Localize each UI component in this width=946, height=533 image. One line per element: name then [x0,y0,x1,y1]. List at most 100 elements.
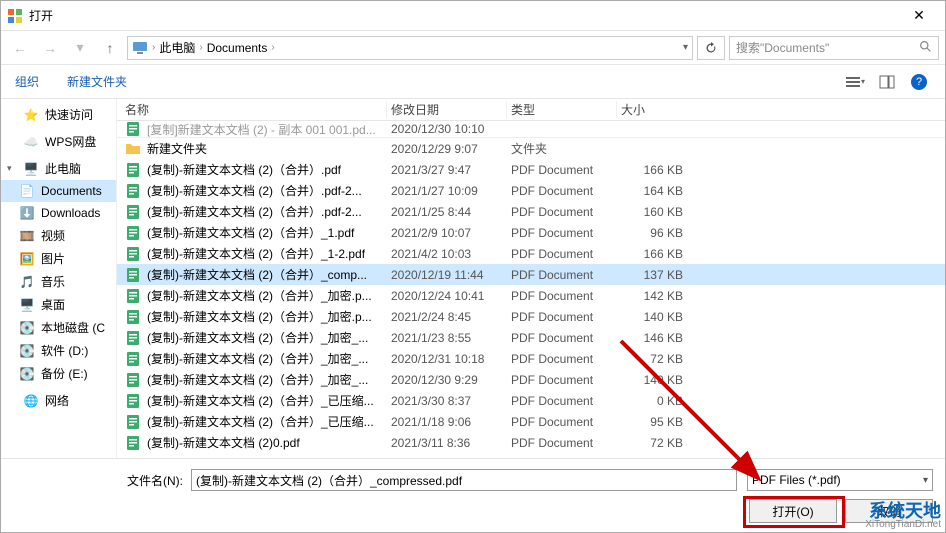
pdf-icon [125,351,141,367]
sidebar-item-thispc[interactable]: ▾🖥️此电脑 [1,157,116,180]
file-size: 166 KB [617,247,687,261]
nav-forward-button[interactable]: → [37,35,63,61]
sidebar-item-network[interactable]: 🌐网络 [1,389,116,412]
desktop-icon: 🖥️ [19,297,35,313]
help-button[interactable]: ? [907,70,931,94]
star-icon: ⭐ [23,107,39,123]
pdf-icon [125,121,141,137]
newfolder-button[interactable]: 新建文件夹 [67,73,127,90]
nav-up-button[interactable]: ↑ [97,35,123,61]
chevron-down-icon: ▾ [923,475,928,486]
pdf-icon [125,183,141,199]
download-icon: ⬇️ [19,205,35,221]
file-size: 96 KB [617,226,687,240]
open-button[interactable]: 打开(O) [749,499,837,523]
sidebar-item-ddisk[interactable]: 💽软件 (D:) [1,339,116,362]
toolbar: 组织 新建文件夹 ▾ ? [1,65,945,99]
breadcrumb[interactable]: › 此电脑 › Documents › ▾ [127,36,693,60]
file-row[interactable]: (复制)-新建文本文档 (2)（合并）.pdf-2...2021/1/27 10… [117,180,945,201]
pdf-icon [125,267,141,283]
filetype-label: PDF Files (*.pdf) [752,473,841,487]
file-row[interactable]: 新建文件夹2020/12/29 9:07文件夹 [117,138,945,159]
file-row[interactable]: (复制)-新建文本文档 (2)（合并）_1-2.pdf 2021/4/2 10:0… [117,243,945,264]
file-size: 160 KB [617,205,687,219]
nav-back-button[interactable]: ← [7,35,33,61]
search-placeholder: 搜索"Documents" [736,39,829,56]
file-date: 2021/1/25 8:44 [387,205,507,219]
file-size: 164 KB [617,184,687,198]
disk-icon: 💽 [19,343,35,359]
search-input[interactable]: 搜索"Documents" [729,36,939,60]
file-date: 2020/12/30 9:29 [387,373,507,387]
file-type: PDF Document [507,436,617,450]
file-type: PDF Document [507,352,617,366]
file-name: (复制)-新建文本文档 (2)（合并）_comp... [147,266,367,283]
file-date: 2021/2/24 8:45 [387,310,507,324]
title-bar[interactable]: 打开 ✕ [1,1,945,31]
column-date[interactable]: 修改日期 [387,101,507,118]
file-size: 166 KB [617,163,687,177]
file-name: (复制)-新建文本文档 (2)0.pdf [147,434,300,451]
file-row[interactable]: (复制)-新建文本文档 (2)（合并）_加密.p...2020/12/24 10… [117,285,945,306]
file-row[interactable]: (复制)-新建文本文档 (2)0.pdf 2021/3/11 8:36PDF Do… [117,432,945,453]
file-row[interactable]: [复制]新建文本文档 (2) - 副本 001 001.pd...2020/12… [117,121,945,138]
pdf-icon [125,393,141,409]
file-name: [复制]新建文本文档 (2) - 副本 001 001.pd... [147,121,376,138]
close-button[interactable]: ✕ [899,7,939,24]
column-type[interactable]: 类型 [507,101,617,118]
sidebar-item-quick[interactable]: ⭐快速访问 [1,103,116,126]
file-type: PDF Document [507,163,617,177]
sidebar-item-documents[interactable]: 📄Documents [1,180,116,202]
refresh-button[interactable] [697,36,725,60]
file-date: 2021/4/2 10:03 [387,247,507,261]
file-row[interactable]: (复制)-新建文本文档 (2)（合并）_加密_...2021/1/23 8:55… [117,327,945,348]
pdf-icon [125,414,141,430]
pdf-icon [125,330,141,346]
pdf-icon [125,162,141,178]
organize-button[interactable]: 组织 [15,73,39,90]
file-date: 2021/3/11 8:36 [387,436,507,450]
file-row[interactable]: (复制)-新建文本文档 (2)（合并）_comp...2020/12/19 11… [117,264,945,285]
sidebar-item-videos[interactable]: 🎞️视频 [1,224,116,247]
sidebar-item-desktop[interactable]: 🖥️桌面 [1,293,116,316]
breadcrumb-docs[interactable]: Documents [207,41,268,55]
sidebar-item-music[interactable]: 🎵音乐 [1,270,116,293]
file-name: (复制)-新建文本文档 (2)（合并）_已压缩... [147,413,374,430]
file-row[interactable]: (复制)-新建文本文档 (2)（合并）_已压缩...2021/1/18 9:06… [117,411,945,432]
sidebar-item-edisk[interactable]: 💽备份 (E:) [1,362,116,385]
video-icon: 🎞️ [19,228,35,244]
column-name[interactable]: 名称 [117,101,387,118]
file-type: PDF Document [507,205,617,219]
view-button[interactable]: ▾ [843,70,867,94]
file-row[interactable]: (复制)-新建文本文档 (2)（合并）_加密_...2020/12/31 10:… [117,348,945,369]
disk-icon: 💽 [19,366,35,382]
filetype-select[interactable]: PDF Files (*.pdf) ▾ [747,469,933,491]
pdf-icon [125,246,141,262]
file-row[interactable]: (复制)-新建文本文档 (2)（合并）_加密.p...2021/2/24 8:4… [117,306,945,327]
file-type: PDF Document [507,373,617,387]
breadcrumb-pc[interactable]: 此电脑 [159,39,195,56]
file-date: 2021/2/9 10:07 [387,226,507,240]
file-row[interactable]: (复制)-新建文本文档 (2)（合并）_已压缩...2021/3/30 8:37… [117,390,945,411]
chevron-right-icon: › [152,42,155,53]
sidebar-item-pictures[interactable]: 🖼️图片 [1,247,116,270]
preview-pane-button[interactable] [875,70,899,94]
filename-input[interactable] [191,469,737,491]
file-row[interactable]: (复制)-新建文本文档 (2)（合并）.pdf2021/3/27 9:47PDF… [117,159,945,180]
sidebar-item-wps[interactable]: ☁️WPS网盘 [1,130,116,153]
file-list[interactable]: [复制]新建文本文档 (2) - 副本 001 001.pd... 2020/12… [117,121,945,458]
file-row[interactable]: (复制)-新建文本文档 (2)（合并）_1.pdf2021/2/9 10:07P… [117,222,945,243]
sidebar-item-downloads[interactable]: ⬇️Downloads [1,202,116,224]
file-row[interactable]: (复制)-新建文本文档 (2)（合并）_加密_... 2020/12/30 9:2… [117,369,945,390]
file-date: 2021/1/27 10:09 [387,184,507,198]
chevron-right-icon: › [271,42,274,53]
column-size[interactable]: 大小 [617,101,945,118]
nav-dropdown-button[interactable]: ▾ [67,35,93,61]
file-type: PDF Document [507,394,617,408]
chevron-down-icon[interactable]: ▾ [683,42,688,53]
file-row[interactable]: (复制)-新建文本文档 (2)（合并）.pdf-2...2021/1/25 8:… [117,201,945,222]
file-name: (复制)-新建文本文档 (2)（合并）_1-2.pdf [147,245,365,262]
sidebar-item-cdisk[interactable]: 💽本地磁盘 (C [1,316,116,339]
cloud-icon: ☁️ [23,134,39,150]
file-name: (复制)-新建文本文档 (2)（合并）_加密_... [147,371,368,388]
